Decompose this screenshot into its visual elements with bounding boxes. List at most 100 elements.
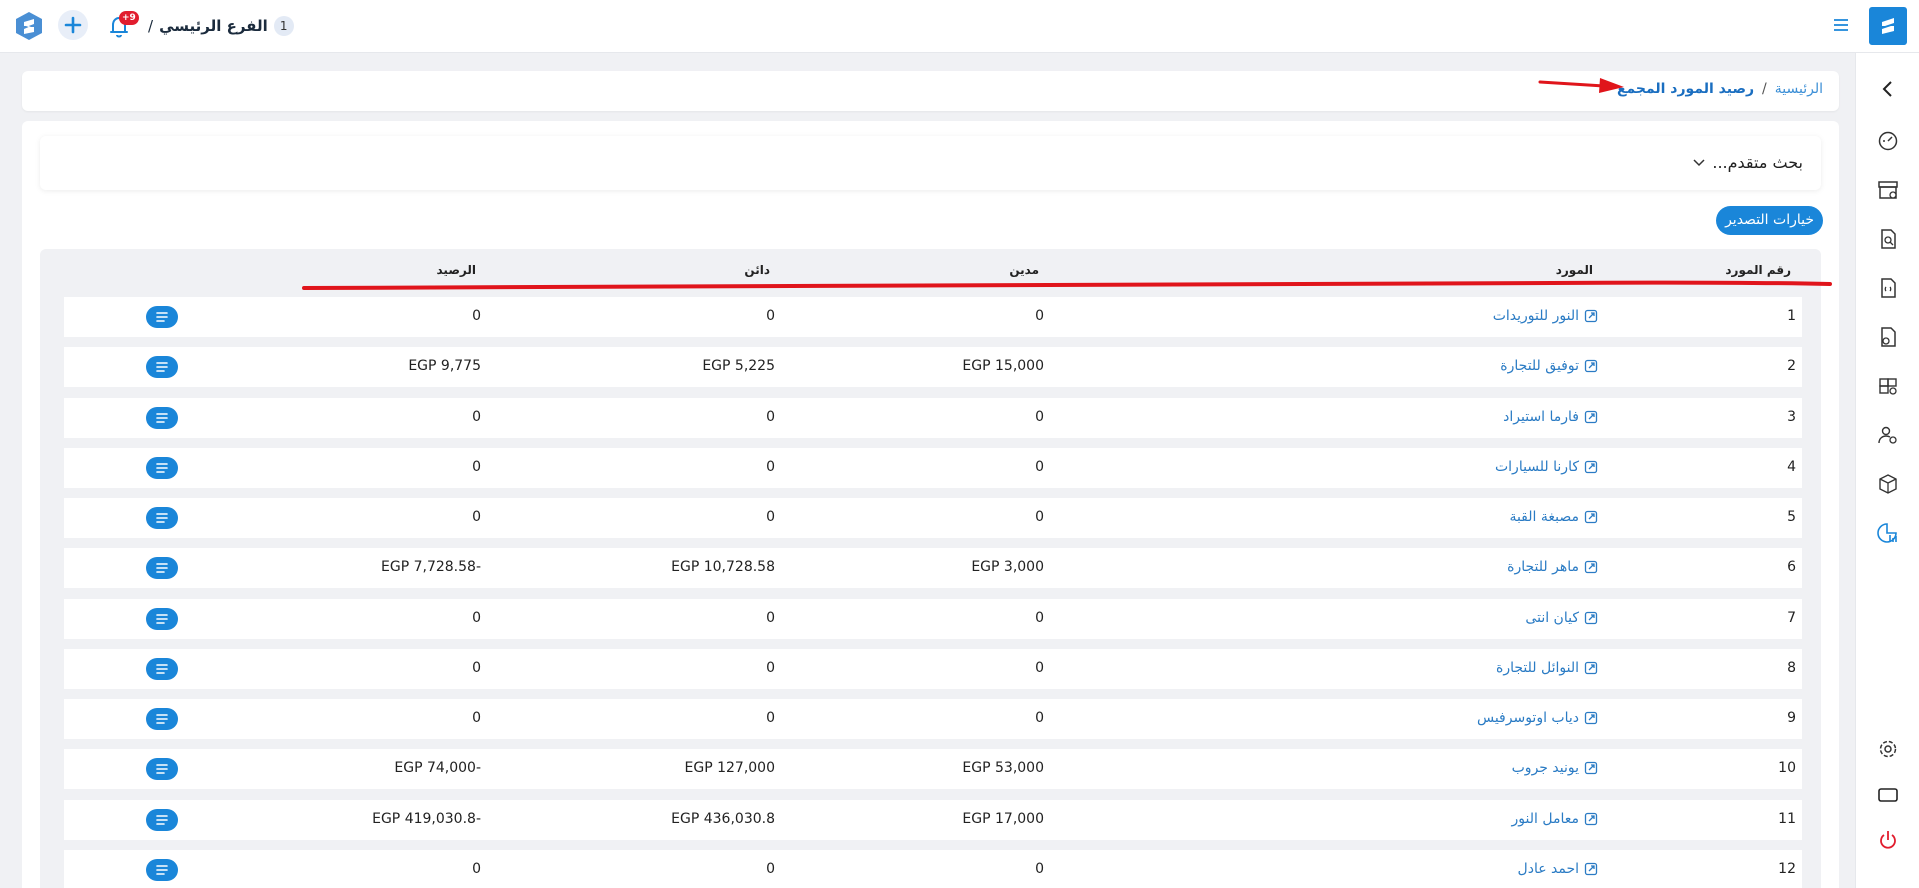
credit-value: EGP 127,000 xyxy=(684,760,775,776)
document-settings-icon[interactable] xyxy=(1876,325,1900,349)
row-details-button[interactable] xyxy=(146,407,178,429)
supplier-number: 2 xyxy=(1787,358,1796,374)
credit-value: 0 xyxy=(766,509,775,525)
header-debit[interactable]: مدين xyxy=(1009,263,1039,277)
supplier-link[interactable]: توفيق للتجارة xyxy=(1500,358,1598,374)
debit-value: EGP 15,000 xyxy=(962,358,1044,374)
list-icon xyxy=(156,463,168,473)
balance-value: EGP 74,000- xyxy=(394,760,481,776)
table-row: 9 دياب اوتوسرفيس 0 0 0 xyxy=(64,699,1802,739)
supplier-link[interactable]: النور للتوريدات xyxy=(1493,308,1598,324)
row-details-button[interactable] xyxy=(146,608,178,630)
row-details-button[interactable] xyxy=(146,507,178,529)
breadcrumb-home[interactable]: الرئيسية xyxy=(1775,81,1823,97)
external-link-icon xyxy=(1584,460,1598,474)
supplier-name: النور للتوريدات xyxy=(1492,308,1579,324)
external-link-icon xyxy=(1584,359,1598,373)
row-details-button[interactable] xyxy=(146,658,178,680)
balance-value: 0 xyxy=(472,610,481,626)
row-details-button[interactable] xyxy=(146,708,178,730)
header-credit[interactable]: دائن xyxy=(744,263,770,277)
list-icon xyxy=(156,513,168,523)
boxes-icon[interactable] xyxy=(1876,374,1900,398)
supplier-number: 6 xyxy=(1787,559,1796,575)
annotation-arrow xyxy=(1538,78,1624,93)
notification-badge: +9 xyxy=(119,11,139,25)
settings-icon[interactable] xyxy=(1876,737,1900,761)
list-icon xyxy=(156,664,168,674)
supplier-link[interactable]: يونيد جروب xyxy=(1512,760,1598,776)
supplier-name: مصبغة القبة xyxy=(1509,509,1579,525)
supplier-number: 5 xyxy=(1787,509,1796,525)
debit-value: 0 xyxy=(1035,861,1044,877)
credit-value: EGP 436,030.8 xyxy=(671,811,775,827)
list-icon xyxy=(156,865,168,875)
invoice-icon[interactable] xyxy=(1876,276,1900,300)
row-details-button[interactable] xyxy=(146,859,178,881)
row-details-button[interactable] xyxy=(146,809,178,831)
chevron-down-icon xyxy=(1693,158,1705,166)
supplier-number: 3 xyxy=(1787,409,1796,425)
supplier-link[interactable]: ماهر للتجارة xyxy=(1507,559,1598,575)
credit-value: 0 xyxy=(766,710,775,726)
store-icon[interactable] xyxy=(1876,178,1900,202)
row-details-button[interactable] xyxy=(146,306,178,328)
reports-chart-icon[interactable] xyxy=(1876,521,1900,545)
row-details-button[interactable] xyxy=(146,356,178,378)
screen-icon[interactable] xyxy=(1876,783,1900,807)
supplier-name: كيان انتى xyxy=(1525,610,1579,626)
supplier-link[interactable]: كيان انتى xyxy=(1525,610,1598,626)
add-button[interactable] xyxy=(58,10,88,40)
export-options-button[interactable]: خيارات التصدير xyxy=(1716,206,1823,235)
debit-value: EGP 17,000 xyxy=(962,811,1044,827)
credit-value: 0 xyxy=(766,610,775,626)
table-row: 10 يونيد جروب EGP 53,000 EGP 127,000 EGP 74,… xyxy=(64,749,1802,789)
advanced-search-toggle[interactable]: بحث متقدم... xyxy=(1692,153,1803,172)
table-row: 4 كارنا للسيارات 0 0 0 xyxy=(64,448,1802,488)
app-logo-icon[interactable] xyxy=(14,11,44,41)
branch-selector[interactable]: 1 الفرع الرئيسي / xyxy=(148,15,294,37)
supplier-name: فارما استيراد xyxy=(1503,409,1579,425)
supplier-link[interactable]: النوائل للتجارة xyxy=(1496,660,1598,676)
header-supplier-no[interactable]: رقم المورد xyxy=(1725,263,1791,277)
table-row: 11 معامل النور EGP 17,000 EGP 436,030.8 EGP … xyxy=(64,800,1802,840)
main-content: بحث متقدم... خيارات التصدير رقم المورد ا… xyxy=(22,121,1839,888)
row-details-button[interactable] xyxy=(146,557,178,579)
credit-value: EGP 10,728.58 xyxy=(671,559,775,575)
supplier-link[interactable]: كارنا للسيارات xyxy=(1495,459,1598,475)
power-icon[interactable] xyxy=(1876,828,1900,852)
supplier-link[interactable]: احمد عادل xyxy=(1518,861,1598,877)
row-details-button[interactable] xyxy=(146,457,178,479)
package-icon[interactable] xyxy=(1876,472,1900,496)
balance-value: 0 xyxy=(472,459,481,475)
debit-value: 0 xyxy=(1035,660,1044,676)
menu-icon[interactable] xyxy=(1832,17,1850,33)
header-supplier[interactable]: المورد xyxy=(1556,263,1593,277)
debit-value: 0 xyxy=(1035,459,1044,475)
row-details-button[interactable] xyxy=(146,758,178,780)
supplier-link[interactable]: دياب اوتوسرفيس xyxy=(1477,710,1598,726)
supplier-number: 7 xyxy=(1787,610,1796,626)
credit-value: 0 xyxy=(766,308,775,324)
search-document-icon[interactable] xyxy=(1876,227,1900,251)
external-link-icon xyxy=(1584,410,1598,424)
supplier-link[interactable]: مصبغة القبة xyxy=(1509,509,1598,525)
advanced-search-panel[interactable]: بحث متقدم... xyxy=(40,136,1821,190)
external-link-icon xyxy=(1584,611,1598,625)
credit-value: 0 xyxy=(766,409,775,425)
supplier-number: 10 xyxy=(1778,760,1796,776)
supplier-link[interactable]: معامل النور xyxy=(1512,811,1598,827)
credit-value: EGP 5,225 xyxy=(702,358,775,374)
chevron-left-icon[interactable] xyxy=(1876,77,1900,101)
branch-separator: / xyxy=(148,17,154,35)
table-row: 12 احمد عادل 0 0 0 xyxy=(64,850,1802,888)
supplier-link[interactable]: فارما استيراد xyxy=(1503,409,1598,425)
dashboard-icon[interactable] xyxy=(1876,129,1900,153)
header-balance[interactable]: الرصيد xyxy=(436,263,476,277)
list-icon xyxy=(156,714,168,724)
balance-value: EGP 419,030.8- xyxy=(372,811,481,827)
supplier-balance-table: رقم المورد المورد مدين دائن الرصيد 1 النو… xyxy=(40,249,1832,888)
brand-logo-icon[interactable] xyxy=(1869,7,1907,45)
table-row: 1 النور للتوريدات 0 0 0 xyxy=(64,297,1802,337)
users-settings-icon[interactable] xyxy=(1876,423,1900,447)
